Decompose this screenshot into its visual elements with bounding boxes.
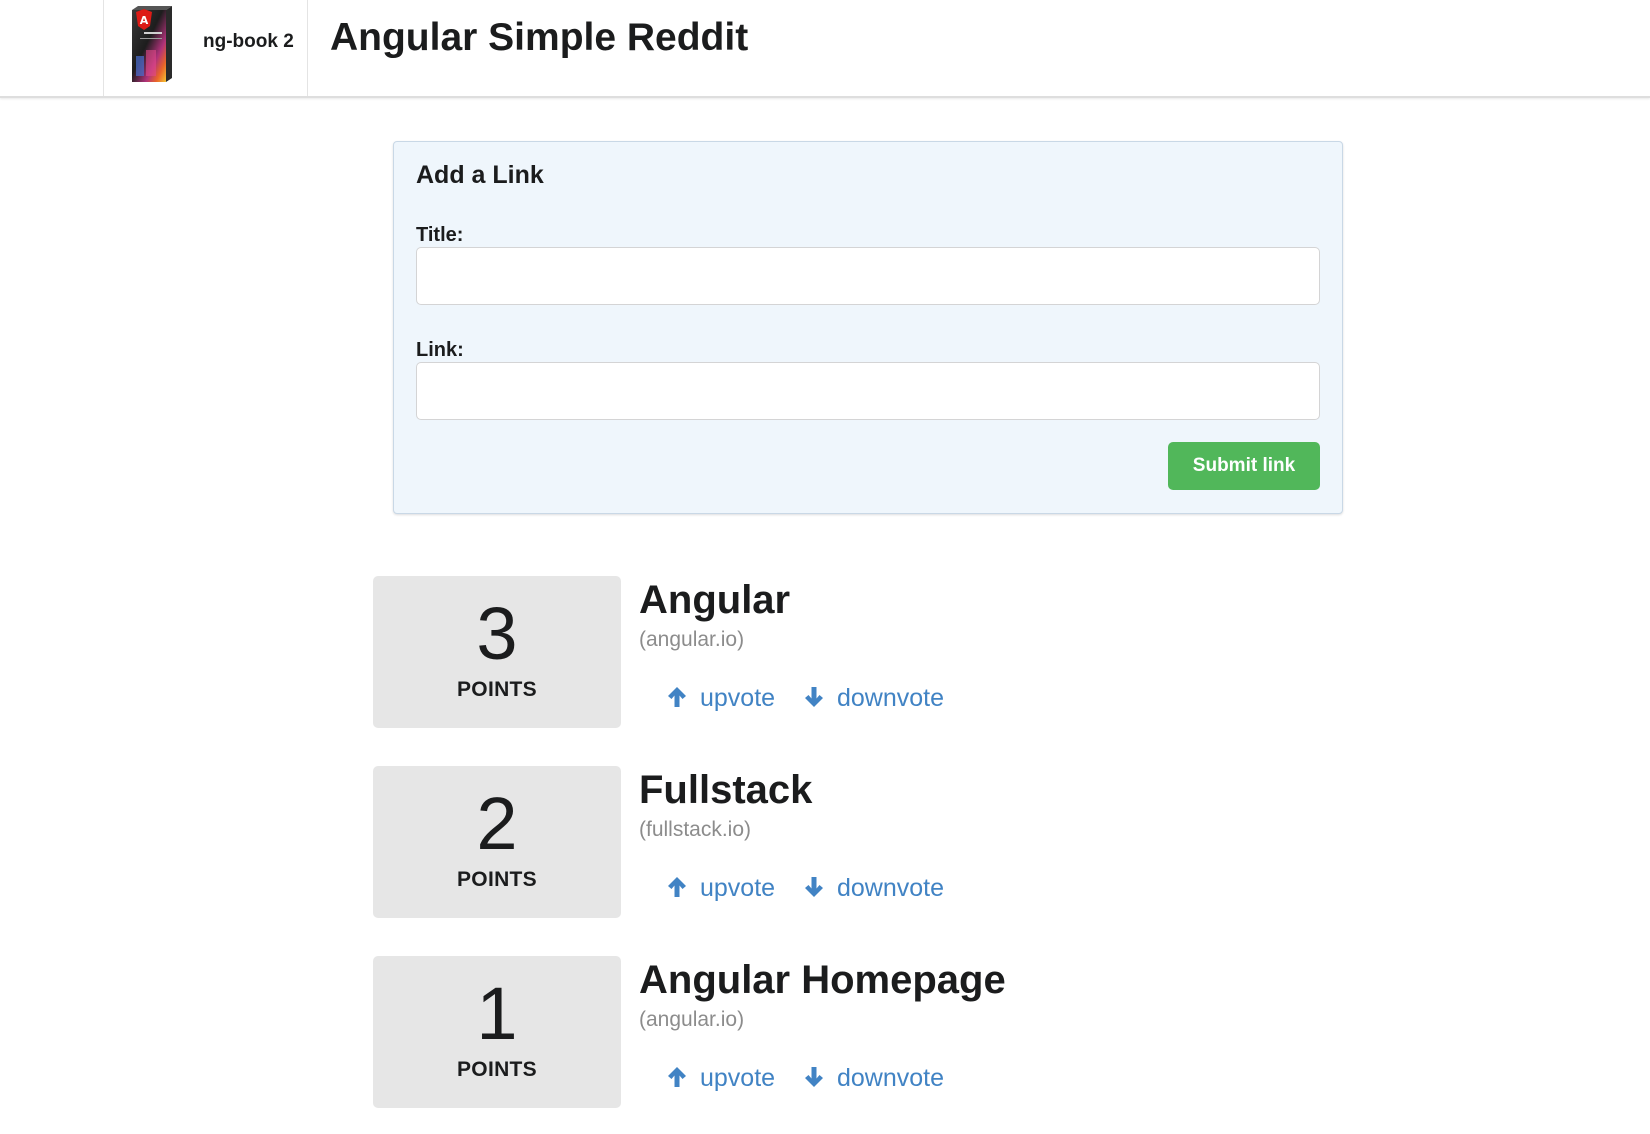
upvote-link[interactable]: upvote [666, 874, 775, 903]
page-title: Angular Simple Reddit [330, 16, 749, 59]
add-link-form: Add a Link Title: Link: Submit link [393, 141, 1343, 514]
arrow-up-icon [668, 1067, 686, 1087]
points-label: POINTS [457, 1058, 537, 1081]
downvote-label: downvote [837, 684, 945, 712]
upvote-label: upvote [700, 684, 776, 712]
article-title-link[interactable]: Fullstack [639, 768, 812, 813]
article-title-link[interactable]: Angular Homepage [639, 958, 1006, 1003]
link-label: Link: [416, 339, 464, 361]
downvote-label: downvote [837, 1064, 945, 1092]
arrow-down-icon [805, 877, 823, 897]
link-input[interactable] [416, 362, 1320, 420]
submit-link-button[interactable]: Submit link [1168, 442, 1320, 490]
article-title-link[interactable]: Angular [639, 578, 790, 623]
title-input[interactable] [416, 247, 1320, 305]
votes-box: 2 POINTS [373, 766, 621, 918]
svg-text:A: A [140, 14, 149, 27]
brand-item[interactable]: A ng-book 2 [103, 0, 308, 96]
article-domain: (angular.io) [639, 1008, 745, 1031]
votes-count: 2 [476, 782, 518, 865]
downvote-link[interactable]: downvote [803, 874, 944, 903]
points-label: POINTS [457, 678, 537, 701]
arrow-up-icon [668, 877, 686, 897]
votes-box: 1 POINTS [373, 956, 621, 1108]
arrow-up-icon [668, 687, 686, 707]
upvote-link[interactable]: upvote [666, 684, 775, 713]
arrow-down-icon [805, 1067, 823, 1087]
upvote-label: upvote [700, 874, 776, 902]
article-domain: (angular.io) [639, 628, 745, 651]
title-label: Title: [416, 224, 464, 246]
points-label: POINTS [457, 868, 537, 891]
downvote-label: downvote [837, 874, 945, 902]
brand-name: ng-book 2 [203, 31, 294, 52]
arrow-down-icon [805, 687, 823, 707]
upvote-label: upvote [700, 1064, 776, 1092]
form-heading: Add a Link [416, 161, 544, 189]
upvote-link[interactable]: upvote [666, 1064, 775, 1093]
article-item: 1 POINTS Angular Homepage (angular.io) u… [373, 956, 1173, 1108]
votes-count: 1 [476, 972, 518, 1055]
votes-box: 3 POINTS [373, 576, 621, 728]
downvote-link[interactable]: downvote [803, 1064, 944, 1093]
article-item: 3 POINTS Angular (angular.io) upvote dow… [373, 576, 1173, 728]
downvote-link[interactable]: downvote [803, 684, 944, 713]
article-item: 2 POINTS Fullstack (fullstack.io) upvote… [373, 766, 1173, 918]
ng-book-logo-icon: A [132, 6, 172, 82]
top-menu: A ng-book 2 Angular Simple Reddit [0, 0, 1650, 98]
article-domain: (fullstack.io) [639, 818, 752, 841]
votes-count: 3 [476, 592, 518, 675]
